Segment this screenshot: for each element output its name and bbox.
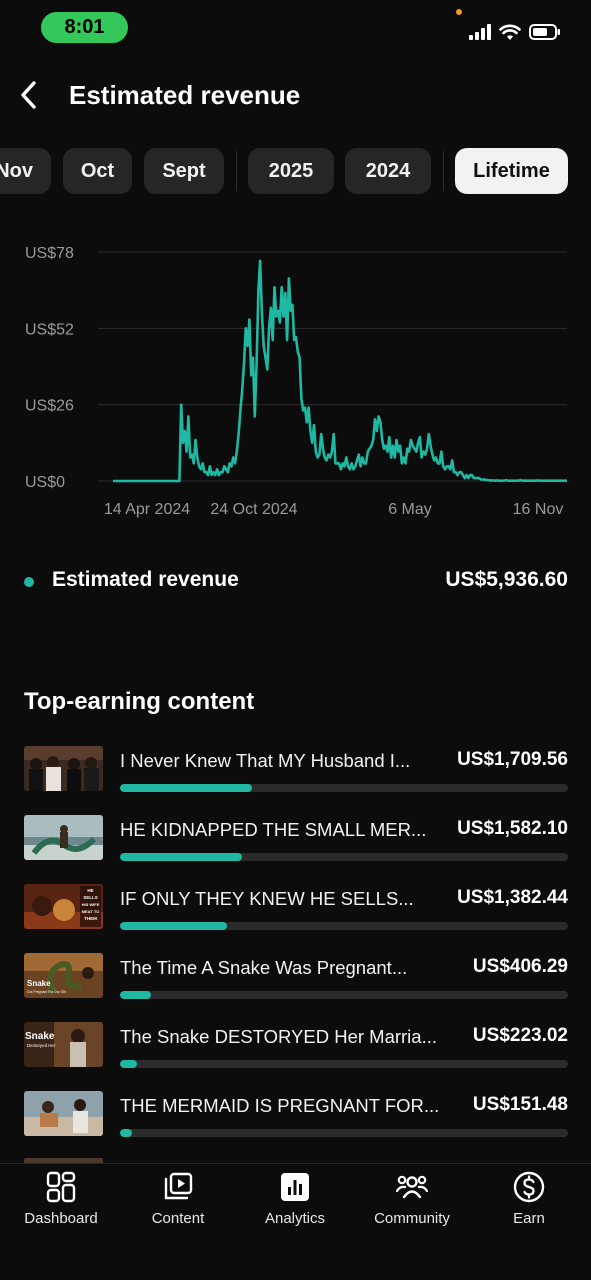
chip-divider <box>443 151 444 191</box>
item-revenue: US$223.02 <box>472 1025 568 1046</box>
revenue-series-line <box>113 259 567 483</box>
chip-lifetime[interactable]: Lifetime <box>455 148 568 194</box>
item-title: THE MERMAID IS PREGNANT FOR... <box>120 1095 440 1116</box>
y-tick-label: US$0 <box>25 474 65 491</box>
status-icons <box>469 22 561 42</box>
list-item[interactable]: Snake Destoryed Her The Snake DESTORYED … <box>24 1020 568 1070</box>
total-label: Estimated revenue <box>52 568 239 591</box>
video-thumbnail <box>24 815 103 860</box>
thumb-text: HIS WIFE <box>82 902 100 907</box>
legend-dot <box>24 577 34 587</box>
privacy-indicator-dot <box>456 9 462 15</box>
item-revenue: US$1,709.56 <box>457 749 568 770</box>
thumb-text: SELLS <box>83 895 98 900</box>
total-value: US$5,936.60 <box>445 568 568 591</box>
list-item[interactable]: I Never Knew That MY Husband I... US$1,7… <box>24 744 568 794</box>
tab-label: Content <box>151 1210 205 1227</box>
header: Estimated revenue <box>0 70 591 120</box>
item-title: IF ONLY THEY KNEW HE SELLS... <box>120 888 414 909</box>
list-item[interactable]: THE MERMAID IS PREGNANT FOR... US$151.48 <box>24 1089 568 1139</box>
tab-earn[interactable]: Earn <box>474 1170 584 1230</box>
chip-sept[interactable]: Sept <box>144 148 224 194</box>
revenue-share-bar <box>120 853 568 861</box>
tab-label: Earn <box>513 1210 545 1227</box>
dollar-circle-icon <box>513 1171 545 1203</box>
tab-label: Community <box>374 1210 450 1227</box>
revenue-share-fill <box>120 853 243 861</box>
revenue-share-fill <box>120 1129 132 1137</box>
thumb-text: Snake <box>27 979 51 988</box>
item-revenue: US$1,582.10 <box>457 818 568 839</box>
chip-oct[interactable]: Oct <box>63 148 132 194</box>
period-filter-bar: Nov Oct Sept 2025 2024 Lifetime <box>0 148 591 194</box>
revenue-share-fill <box>120 1060 138 1068</box>
tab-content[interactable]: Content <box>123 1170 233 1230</box>
video-thumbnail: Snake Got Pregnant For Our Girl <box>24 953 103 998</box>
x-tick-label: 6 May <box>388 501 432 518</box>
chip-2024[interactable]: 2024 <box>345 148 431 194</box>
item-revenue: US$406.29 <box>472 956 568 977</box>
video-thumbnail: HE SELLS HIS WIFE MEAT TO THEM <box>24 884 103 929</box>
revenue-share-bar <box>120 1060 568 1068</box>
battery-icon <box>529 24 560 40</box>
tab-community[interactable]: Community <box>357 1170 467 1230</box>
cellular-signal-icon <box>469 24 491 40</box>
thumb-text: Snake <box>25 1031 55 1042</box>
chevron-left-icon <box>21 81 36 109</box>
revenue-chart-svg: US$78 US$52 US$26 US$0 14 Apr 2024 24 Oct 20… <box>25 245 567 518</box>
item-title: HE KIDNAPPED THE SMALL MER... <box>120 819 427 840</box>
item-title: The Snake DESTORYED Her Marria... <box>120 1026 438 1047</box>
revenue-total-row: Estimated revenue US$5,936.60 <box>24 566 568 600</box>
y-tick-label: US$26 <box>25 398 74 415</box>
content-play-icon <box>164 1172 193 1200</box>
bottom-tab-bar: Dashboard Content Analytics Community Ea… <box>0 1163 591 1280</box>
item-title: The Time A Snake Was Pregnant... <box>120 957 408 978</box>
list-item[interactable]: Snake Got Pregnant For Our Girl The Time… <box>24 951 568 1001</box>
analytics-bars-icon <box>281 1173 309 1201</box>
dashboard-grid-icon <box>46 1171 76 1203</box>
tab-label: Dashboard <box>24 1210 98 1227</box>
back-button[interactable] <box>14 78 44 112</box>
y-tick-label: US$52 <box>25 321 74 338</box>
revenue-share-fill <box>120 991 152 999</box>
video-thumbnail <box>24 746 103 791</box>
community-people-icon <box>395 1175 429 1199</box>
page-title: Estimated revenue <box>69 80 301 110</box>
tab-dashboard[interactable]: Dashboard <box>6 1170 116 1230</box>
thumb-text: THEM <box>84 916 97 921</box>
video-thumbnail: Snake Destoryed Her <box>24 1022 103 1067</box>
status-time: 8:01 <box>41 12 128 43</box>
thumb-text: MEAT TO <box>82 909 100 914</box>
thumb-text: Got Pregnant For Our Girl <box>27 990 66 994</box>
chip-divider <box>236 151 237 191</box>
wifi-icon <box>499 24 521 40</box>
list-item[interactable]: HE SELLS HIS WIFE MEAT TO THEM IF ONLY T… <box>24 882 568 932</box>
revenue-share-bar <box>120 784 568 792</box>
x-tick-label: 14 Apr 2024 <box>104 501 190 518</box>
list-item[interactable]: HE KIDNAPPED THE SMALL MER... US$1,582.1… <box>24 813 568 863</box>
item-title: I Never Knew That MY Husband I... <box>120 750 411 771</box>
x-tick-label: 16 Nov <box>513 501 564 518</box>
tab-analytics[interactable]: Analytics <box>240 1170 350 1230</box>
chip-2025[interactable]: 2025 <box>248 148 334 194</box>
thumb-text: Destoryed Her <box>27 1043 56 1048</box>
y-tick-label: US$78 <box>25 245 74 262</box>
revenue-chart[interactable]: US$78 US$52 US$26 US$0 14 Apr 2024 24 Oct 20… <box>0 232 591 532</box>
revenue-share-fill <box>120 922 228 930</box>
status-bar: 8:01 <box>0 0 591 56</box>
chip-nov[interactable]: Nov <box>0 148 51 194</box>
revenue-share-bar <box>120 991 568 999</box>
x-tick-label: 24 Oct 2024 <box>210 501 297 518</box>
tab-label: Analytics <box>264 1210 326 1227</box>
thumb-text: HE <box>87 888 93 893</box>
video-thumbnail <box>24 1091 103 1136</box>
revenue-share-bar <box>120 922 568 930</box>
item-revenue: US$1,382.44 <box>457 887 568 908</box>
revenue-share-bar <box>120 1129 568 1137</box>
item-revenue: US$151.48 <box>472 1094 568 1115</box>
revenue-share-fill <box>120 784 253 792</box>
section-title-top-earning: Top-earning content <box>24 688 255 715</box>
